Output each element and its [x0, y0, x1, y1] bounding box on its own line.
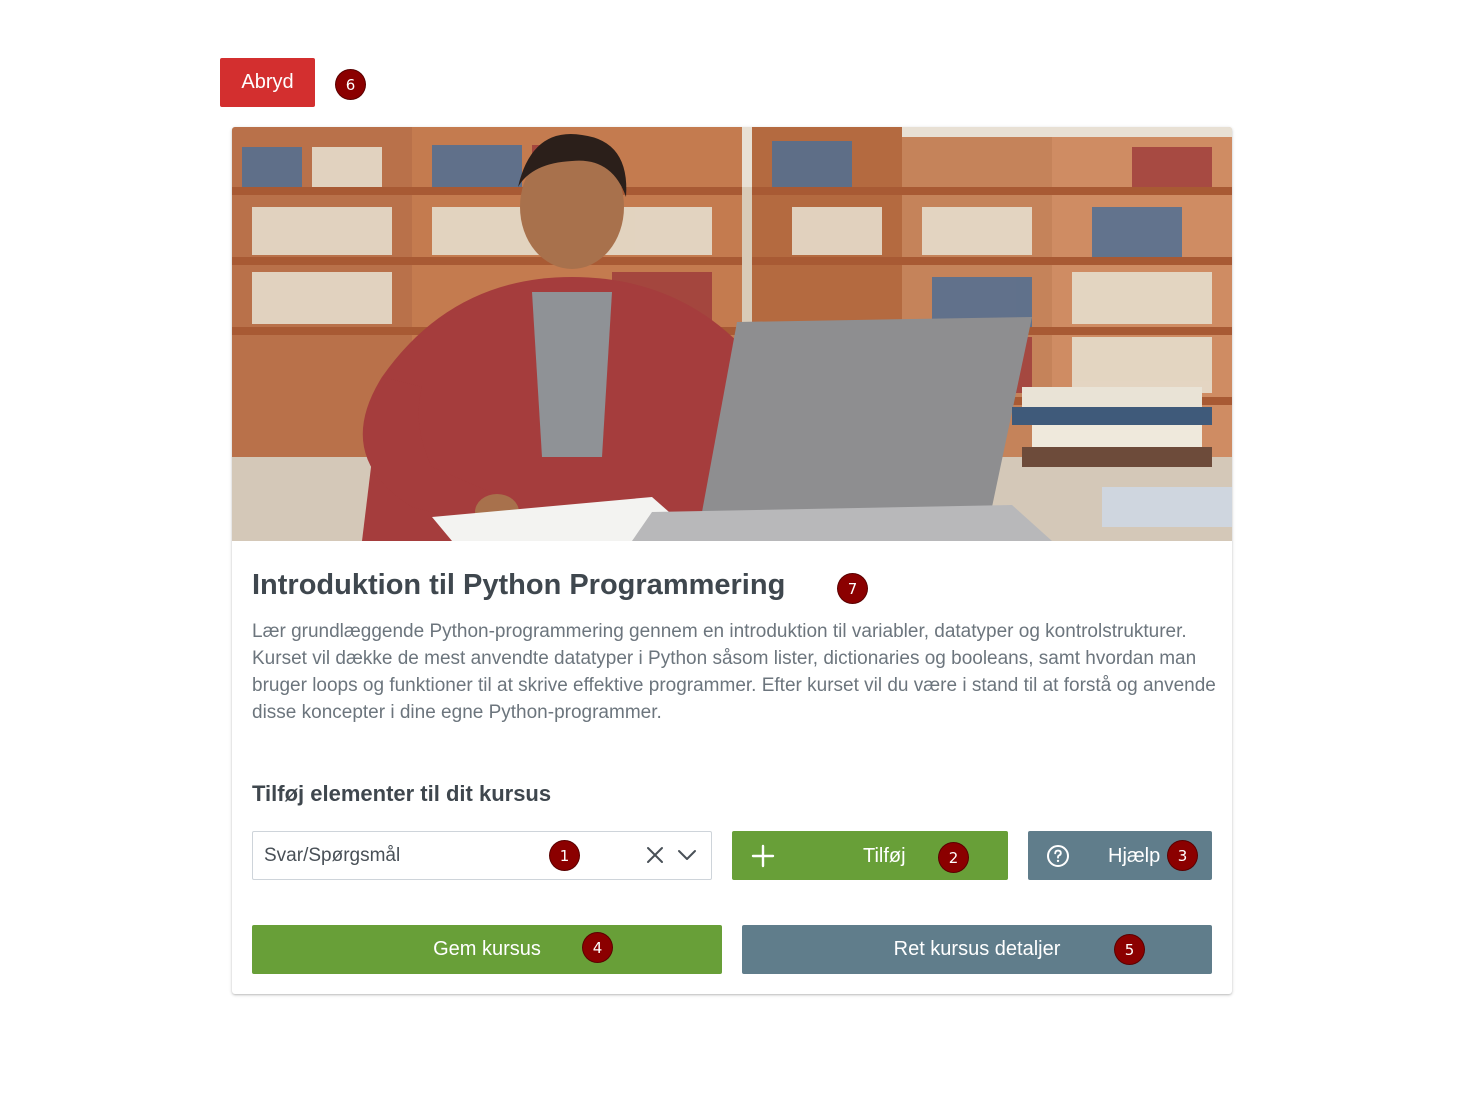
- course-hero-image: [232, 127, 1232, 541]
- help-label: Hjælp: [1108, 845, 1161, 867]
- question-circle-icon: [1047, 845, 1069, 867]
- element-type-dropdown[interactable]: Svar/Spørgsmål: [252, 831, 712, 880]
- plus-icon: [751, 844, 775, 868]
- course-description: Lær grundlæggende Python-programmering g…: [252, 621, 1216, 723]
- element-type-value: Svar/Spørgsmål: [264, 845, 401, 866]
- annotation-marker-6: 6: [336, 70, 365, 99]
- add-element-label: Tilføj: [863, 845, 906, 867]
- chevron-down-icon[interactable]: [675, 843, 699, 867]
- close-icon[interactable]: [643, 843, 667, 867]
- course-card: Introduktion til Python Programmering 7 …: [232, 127, 1232, 994]
- annotation-marker-7: 7: [838, 574, 867, 603]
- annotation-marker-3: 3: [1168, 841, 1197, 870]
- abort-button[interactable]: Abryd: [220, 58, 315, 107]
- add-elements-heading: Tilføj elementer til dit kursus: [252, 781, 552, 806]
- save-course-button[interactable]: Gem kursus: [252, 925, 722, 974]
- annotation-marker-1: 1: [550, 841, 579, 870]
- annotation-marker-4: 4: [583, 933, 612, 962]
- annotation-marker-5: 5: [1115, 935, 1144, 964]
- course-title: Introduktion til Python Programmering: [252, 569, 786, 601]
- annotation-marker-2: 2: [939, 843, 968, 872]
